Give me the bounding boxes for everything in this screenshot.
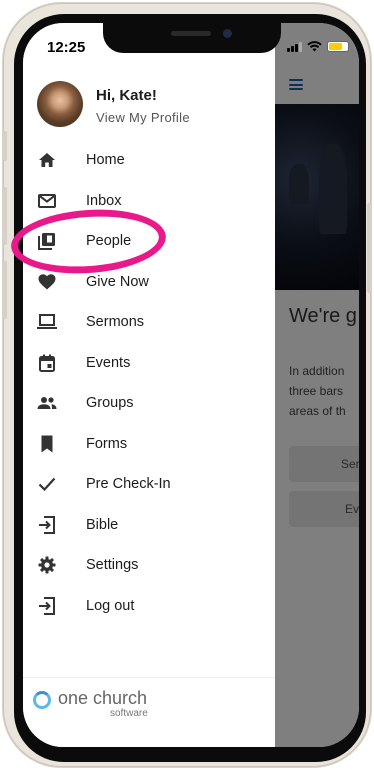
- mail-icon: [37, 191, 57, 211]
- screen: We're g In addition three bars areas of …: [23, 23, 359, 747]
- user-greeting: Hi, Kate!: [96, 87, 157, 104]
- footer-divider: [23, 677, 275, 678]
- menu-item-label: Pre Check-In: [86, 476, 171, 493]
- status-bar: 12:25: [23, 23, 359, 67]
- menu-item-label: Home: [86, 152, 125, 169]
- speaker-grille: [171, 31, 211, 36]
- menu-item-home[interactable]: Home: [23, 140, 275, 181]
- menu-item-label: Events: [86, 354, 131, 371]
- home-icon: [37, 150, 57, 170]
- front-camera: [223, 29, 232, 38]
- menu-item-events[interactable]: Events: [23, 343, 275, 384]
- menu-item-settings[interactable]: Settings: [23, 545, 275, 586]
- menu-item-label: Log out: [86, 597, 135, 614]
- profile-header[interactable]: Hi, Kate! View My Profile: [37, 81, 267, 129]
- calendar-icon: [37, 353, 57, 373]
- menu-item-sermons[interactable]: Sermons: [23, 302, 275, 343]
- menu-item-pre-check-in[interactable]: Pre Check-In: [23, 464, 275, 505]
- brand-ring-icon: [33, 691, 51, 709]
- heart-icon: [37, 272, 57, 292]
- checkmark-icon: [37, 474, 57, 494]
- menu-item-label: Inbox: [86, 192, 122, 209]
- menu-item-label: Forms: [86, 435, 128, 452]
- volume-down-button: [3, 261, 7, 319]
- menu-item-forms[interactable]: Forms: [23, 424, 275, 465]
- battery-icon: [327, 40, 349, 52]
- status-time: 12:25: [47, 39, 86, 56]
- brand-subtitle: software: [110, 708, 148, 719]
- menu-item-label: Sermons: [86, 314, 145, 331]
- menu-item-bible[interactable]: Bible: [23, 505, 275, 546]
- menu-item-label: Settings: [86, 557, 139, 574]
- view-profile-link[interactable]: View My Profile: [96, 110, 190, 125]
- cellular-signal-icon: [287, 41, 302, 52]
- status-icons: [287, 40, 349, 52]
- exit-to-app-icon: [37, 515, 57, 535]
- navigation-drawer: Hi, Kate! View My Profile Home Inbox Peo…: [23, 23, 275, 747]
- avatar[interactable]: [37, 81, 83, 127]
- brand-logo: one church software: [31, 687, 181, 723]
- mute-switch: [3, 131, 7, 161]
- menu-item-groups[interactable]: Groups: [23, 383, 275, 424]
- bookmark-icon: [37, 434, 57, 454]
- notch: [103, 23, 281, 53]
- menu-item-label: Bible: [86, 516, 119, 533]
- power-button: [367, 203, 371, 293]
- menu-item-label: Groups: [86, 395, 134, 412]
- menu-item-log-out[interactable]: Log out: [23, 586, 275, 627]
- menu-item-label: Give Now: [86, 273, 149, 290]
- laptop-icon: [37, 312, 57, 332]
- wifi-icon: [307, 40, 322, 51]
- volume-up-button: [3, 187, 7, 245]
- brand-name: one church: [58, 688, 148, 708]
- gear-icon: [37, 555, 57, 575]
- groups-icon: [37, 393, 57, 413]
- logout-icon: [37, 596, 57, 616]
